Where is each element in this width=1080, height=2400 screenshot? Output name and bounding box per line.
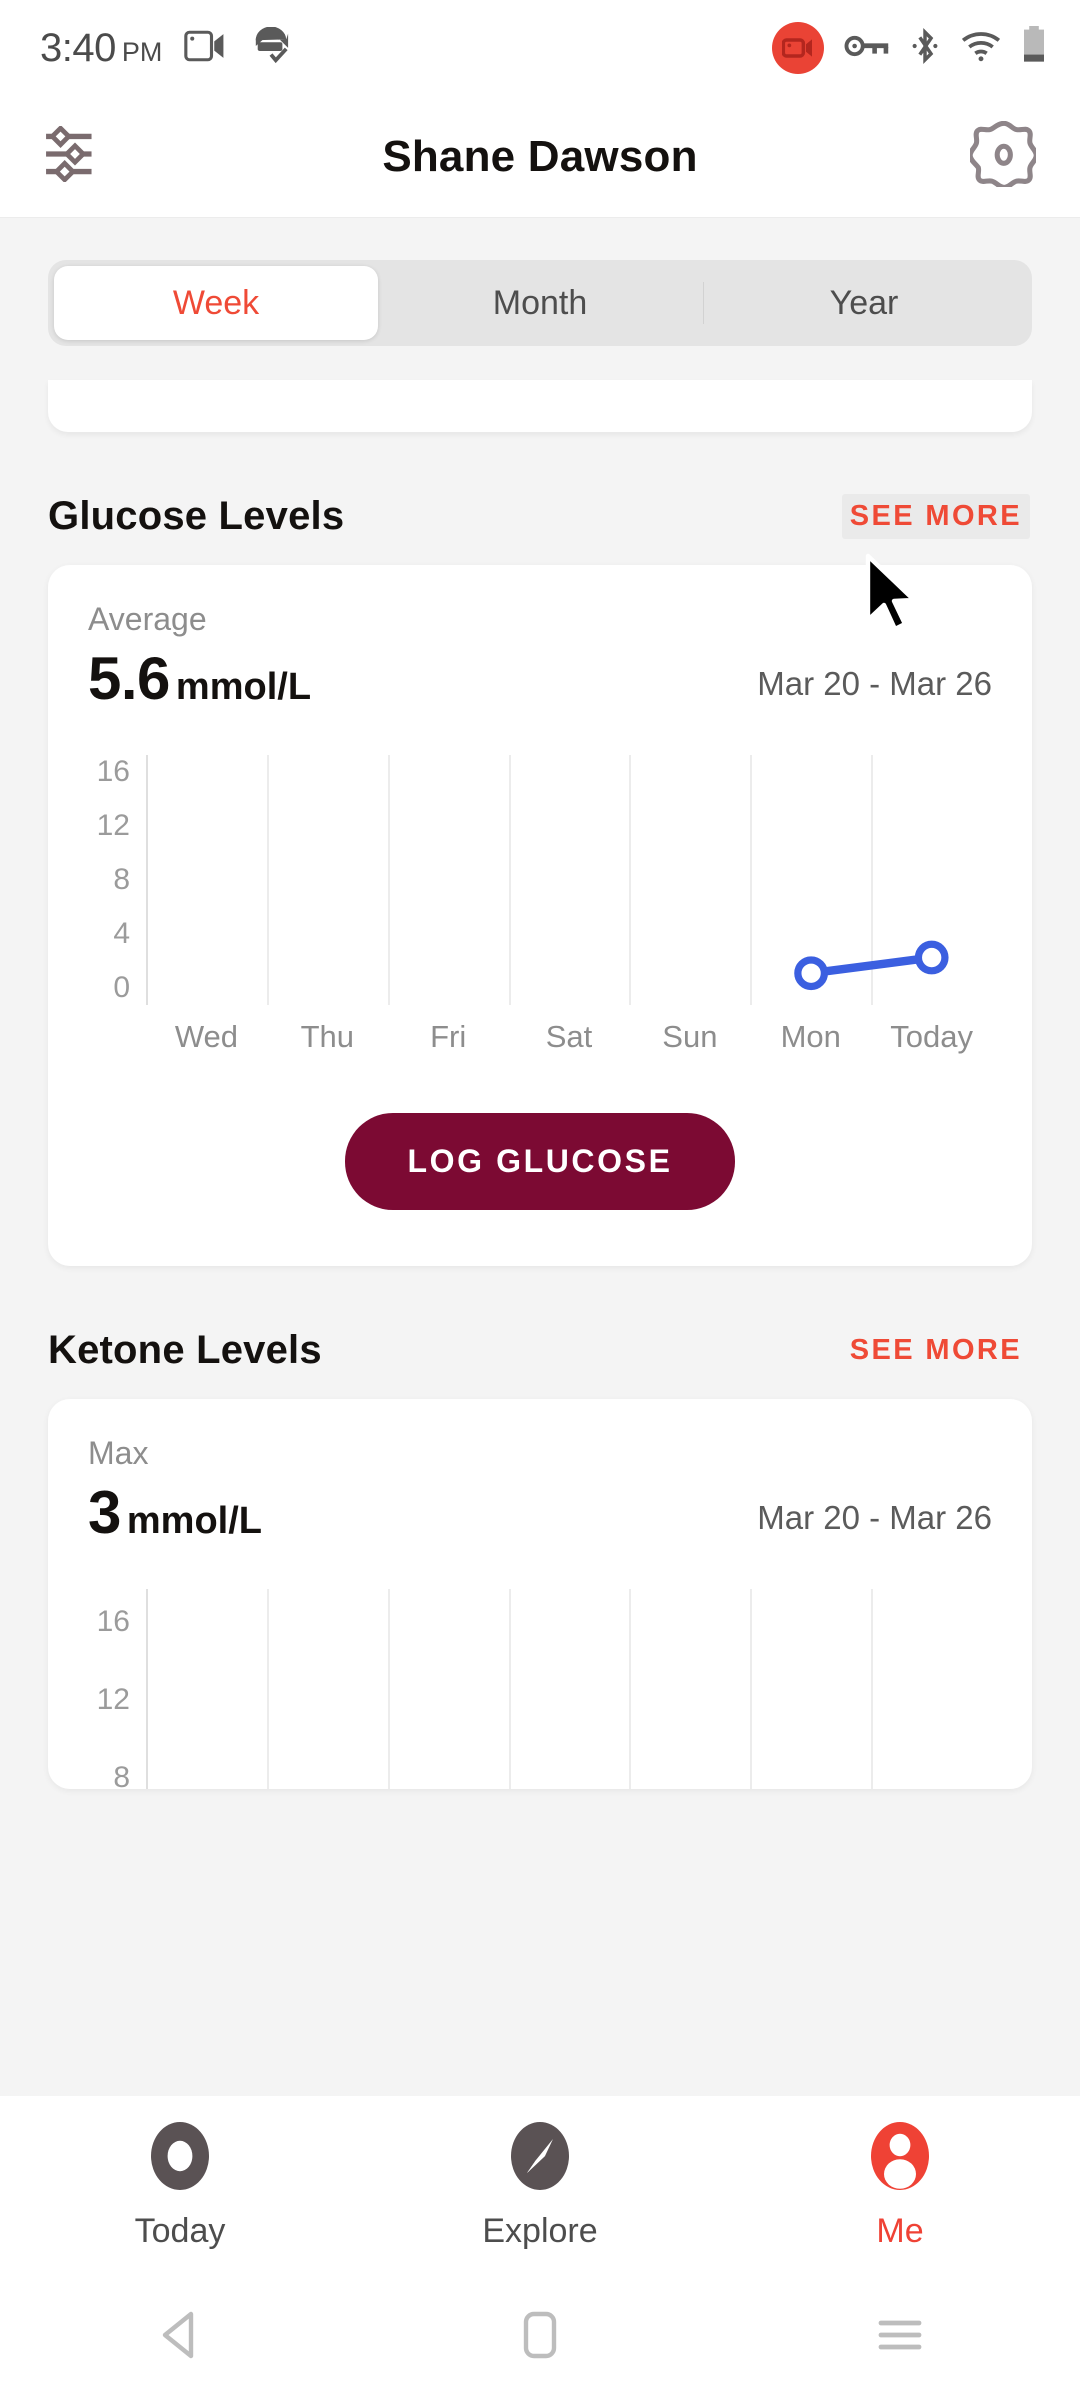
ketone-y-axis: 16 12 8 (88, 1589, 146, 1794)
gridline-col (390, 1589, 511, 1789)
ketone-gridlines (148, 1589, 992, 1789)
glucose-chart: 16 12 8 4 0 (88, 755, 992, 1005)
battery-icon (1022, 25, 1046, 71)
partial-card-above (48, 380, 1032, 432)
glucose-y-tick-12: 12 (96, 809, 130, 842)
ketone-see-more-link[interactable]: SEE MORE (842, 1328, 1030, 1373)
glucose-y-tick-4: 4 (113, 917, 130, 950)
glucose-y-axis: 16 12 8 4 0 (88, 755, 146, 1005)
ketone-plot (146, 1589, 992, 1789)
nav-label-explore: Explore (482, 2212, 598, 2250)
range-tab-year[interactable]: Year (702, 266, 1026, 340)
gridline-col (148, 1589, 269, 1789)
ring-today-icon (147, 2119, 213, 2198)
phone-screen: 3:40 PM Shane Dawson Week Month Year Glu… (0, 0, 1080, 2400)
glucose-date-range: Mar 20 - Mar 26 (757, 665, 992, 702)
settings-button[interactable] (967, 120, 1039, 192)
gridline-col (269, 1589, 390, 1789)
status-bar-left: 3:40 PM (40, 26, 292, 71)
ketone-section-header: Ketone Levels SEE MORE (48, 1328, 1032, 1373)
range-tab-year-label: Year (829, 283, 899, 322)
tune-sliders-icon (44, 124, 106, 187)
range-tab-month[interactable]: Month (378, 266, 702, 340)
glucose-y-tick-16: 16 (96, 755, 130, 788)
page-title: Shane Dawson (382, 131, 698, 181)
glucose-stat-row: 5.6 mmol/L (88, 644, 311, 713)
glucose-section-title: Glucose Levels (48, 494, 345, 538)
compass-explore-icon (507, 2119, 573, 2198)
glucose-y-tick-8: 8 (113, 863, 130, 896)
ketone-stat-row: 3 mmol/L (88, 1478, 262, 1547)
glucose-card: Average 5.6 mmol/L Mar 20 - Mar 26 16 12… (48, 565, 1032, 1266)
gridline-col (873, 1589, 992, 1789)
wifi-icon (960, 30, 1002, 67)
status-time-ampm: PM (121, 36, 163, 67)
system-recents-button[interactable] (720, 2315, 1080, 2360)
sync-check-icon (250, 26, 292, 70)
ketone-stat-value: 3 (88, 1479, 121, 1546)
settings-gear-icon (967, 120, 1039, 192)
app-header: Shane Dawson (0, 96, 1080, 218)
log-glucose-button[interactable]: LOG GLUCOSE (345, 1113, 735, 1210)
status-bar: 3:40 PM (0, 0, 1080, 96)
status-time-value: 3:40 (40, 25, 116, 70)
tune-sliders-button[interactable] (44, 124, 106, 187)
range-tab-month-label: Month (492, 283, 588, 322)
scroll-content[interactable]: Week Month Year Glucose Levels SEE MORE … (0, 218, 1080, 2096)
glucose-series-markers (794, 940, 949, 991)
ketone-y-tick-16: 16 (96, 1605, 130, 1638)
gridline-col (511, 1589, 632, 1789)
gridline-col (631, 1589, 753, 1789)
back-triangle-icon (157, 2310, 203, 2365)
home-square-icon (520, 2310, 560, 2365)
range-tabs[interactable]: Week Month Year (48, 260, 1032, 346)
ketone-stat-label: Max (88, 1435, 149, 1471)
glucose-point-mon (794, 956, 828, 991)
nav-item-explore[interactable]: Explore (360, 2119, 720, 2251)
screen-cast-icon (184, 29, 228, 68)
bottom-navigation: Today Explore Me (0, 2096, 1080, 2274)
gridline-col (752, 1589, 874, 1789)
range-tab-week[interactable]: Week (54, 266, 378, 340)
nav-item-me[interactable]: Me (720, 2119, 1080, 2251)
ketone-date-range: Mar 20 - Mar 26 (757, 1499, 992, 1536)
ketone-stat-unit: mmol/L (126, 1500, 262, 1542)
glucose-see-more-link[interactable]: SEE MORE (841, 494, 1030, 539)
ketone-y-tick-12: 12 (96, 1683, 130, 1716)
glucose-stat-label: Average (88, 601, 207, 637)
nav-label-me: Me (876, 2212, 924, 2250)
nav-label-today: Today (134, 2212, 226, 2250)
glucose-stat: Average 5.6 mmol/L (88, 601, 311, 713)
system-home-button[interactable] (360, 2310, 720, 2365)
range-tabs-wrap: Week Month Year (48, 218, 1032, 346)
glucose-plot-wrap (146, 755, 992, 1005)
status-bar-right (772, 22, 1046, 74)
ketone-y-tick-8: 8 (113, 1761, 130, 1794)
status-time: 3:40 PM (40, 26, 162, 71)
screen-record-badge-icon (772, 22, 824, 74)
vpn-key-icon (844, 32, 890, 65)
glucose-stat-value: 5.6 (88, 645, 170, 712)
ketone-card-top: Max 3 mmol/L Mar 20 - Mar 26 (88, 1435, 992, 1547)
nav-item-today[interactable]: Today (0, 2119, 360, 2251)
ketone-section-title: Ketone Levels (48, 1328, 322, 1372)
ketone-chart: 16 12 8 (88, 1589, 992, 1794)
range-tab-week-label: Week (172, 283, 260, 322)
glucose-button-row: LOG GLUCOSE (88, 1055, 992, 1266)
glucose-stat-unit: mmol/L (175, 666, 312, 708)
bluetooth-icon (910, 27, 940, 70)
glucose-point-today (914, 940, 949, 975)
system-navigation-bar (0, 2274, 1080, 2400)
glucose-y-tick-0: 0 (113, 971, 130, 1004)
person-me-icon (867, 2119, 933, 2198)
ketone-card: Max 3 mmol/L Mar 20 - Mar 26 16 12 8 (48, 1399, 1032, 1794)
glucose-plot (146, 755, 992, 1005)
glucose-section-header: Glucose Levels SEE MORE (48, 494, 1032, 539)
ketone-stat: Max 3 mmol/L (88, 1435, 262, 1547)
recents-lines-icon (877, 2315, 923, 2360)
ketone-plot-wrap (146, 1589, 992, 1789)
system-back-button[interactable] (0, 2310, 360, 2365)
glucose-card-top: Average 5.6 mmol/L Mar 20 - Mar 26 (88, 601, 992, 713)
